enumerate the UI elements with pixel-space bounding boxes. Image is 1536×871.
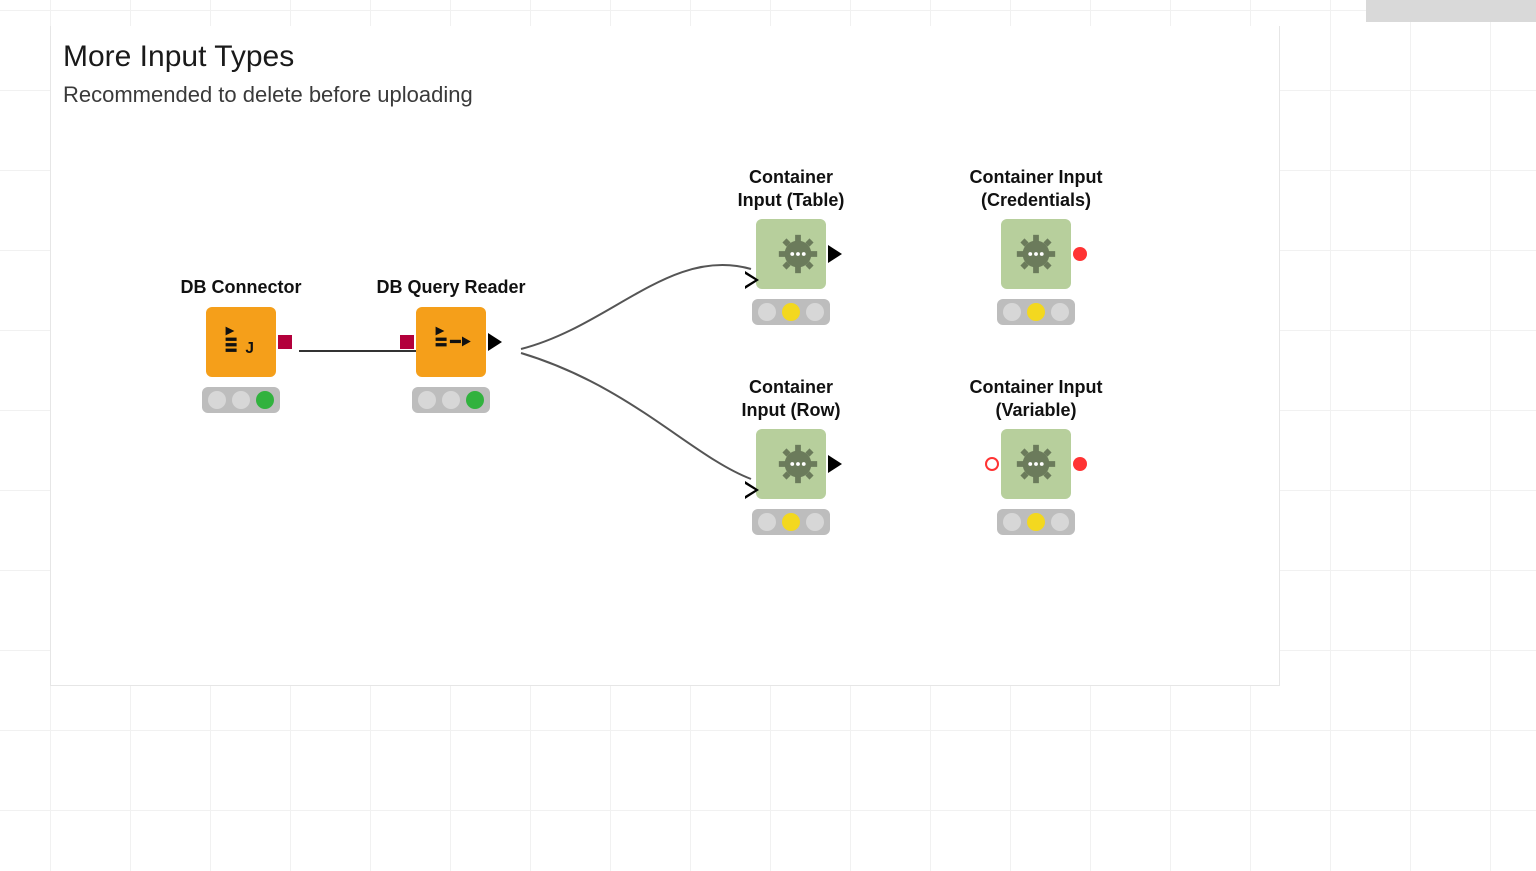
node-db-connector[interactable]: DB Connector J: [161, 276, 321, 413]
traffic-lights: [202, 387, 280, 413]
traffic-lights: [997, 509, 1075, 535]
svg-text:J: J: [245, 340, 254, 357]
input-port[interactable]: [745, 271, 759, 289]
top-right-stub: [1366, 0, 1536, 22]
traffic-lights: [752, 299, 830, 325]
status-light-active: [1027, 303, 1045, 321]
node-label: DB Query Reader: [376, 276, 525, 299]
status-light: [1003, 303, 1021, 321]
node-label: Container Input (Credentials): [970, 166, 1103, 211]
output-port-red[interactable]: [1073, 457, 1087, 471]
status-light-active: [466, 391, 484, 409]
status-light: [1051, 513, 1069, 531]
gear-icon: [775, 441, 821, 487]
node-container-input-table[interactable]: Container Input (Table): [711, 166, 871, 325]
node-container-input-credentials[interactable]: Container Input (Credentials): [956, 166, 1116, 325]
node-label: DB Connector: [181, 276, 302, 299]
traffic-lights: [997, 299, 1075, 325]
output-port[interactable]: [828, 455, 842, 473]
container-icon[interactable]: [1001, 429, 1071, 499]
status-light: [1003, 513, 1021, 531]
input-port[interactable]: [745, 481, 759, 499]
output-port[interactable]: [278, 335, 292, 349]
output-port-red[interactable]: [1073, 247, 1087, 261]
db-connector-icon[interactable]: J: [206, 307, 276, 377]
status-light: [758, 303, 776, 321]
container-icon[interactable]: [756, 429, 826, 499]
status-light-active: [256, 391, 274, 409]
node-label: Container Input (Table): [738, 166, 845, 211]
node-container-input-row[interactable]: Container Input (Row): [711, 376, 871, 535]
gear-icon: [775, 231, 821, 277]
node-container-input-variable[interactable]: Container Input (Variable): [956, 376, 1116, 535]
db-icon-glyph: J: [219, 320, 263, 364]
container-icon[interactable]: [1001, 219, 1071, 289]
node-label: Container Input (Variable): [970, 376, 1103, 421]
input-port-red-hollow[interactable]: [985, 457, 999, 471]
traffic-lights: [752, 509, 830, 535]
panel-more-input-types[interactable]: More Input Types Recommended to delete b…: [50, 26, 1280, 686]
gear-icon: [1013, 441, 1059, 487]
status-light-active: [1027, 513, 1045, 531]
panel-subtitle: Recommended to delete before uploading: [63, 82, 473, 108]
status-light: [208, 391, 226, 409]
traffic-lights: [412, 387, 490, 413]
status-light: [758, 513, 776, 531]
status-light: [232, 391, 250, 409]
status-light: [442, 391, 460, 409]
panel-title: More Input Types: [63, 40, 294, 74]
gear-icon: [1013, 231, 1059, 277]
status-light: [418, 391, 436, 409]
status-light-active: [782, 303, 800, 321]
output-port[interactable]: [828, 245, 842, 263]
db-query-reader-icon[interactable]: [416, 307, 486, 377]
node-db-query-reader[interactable]: DB Query Reader: [371, 276, 531, 413]
status-light: [806, 303, 824, 321]
status-light: [806, 513, 824, 531]
db-icon-glyph: [429, 320, 473, 364]
node-label: Container Input (Row): [742, 376, 841, 421]
output-port[interactable]: [488, 333, 502, 351]
status-light-active: [782, 513, 800, 531]
input-port[interactable]: [400, 335, 414, 349]
status-light: [1051, 303, 1069, 321]
container-icon[interactable]: [756, 219, 826, 289]
